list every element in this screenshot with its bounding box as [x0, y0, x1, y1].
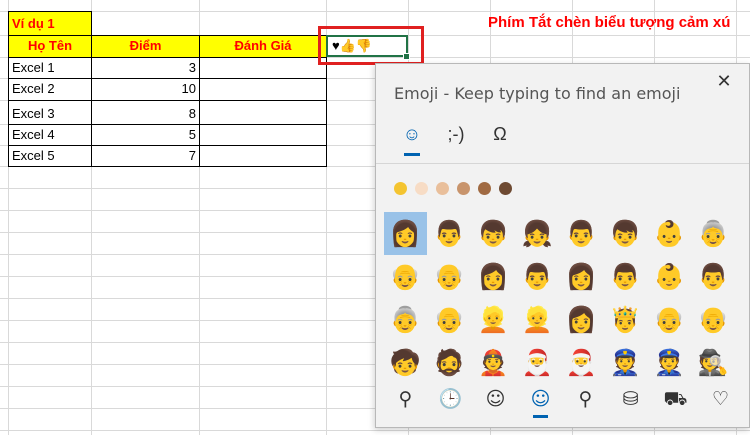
sheet-title-text: Phím Tắt chèn biểu tượng cảm xú — [488, 14, 731, 31]
emoji-item[interactable]: 👦 — [472, 212, 515, 255]
emoji-item[interactable]: 🧔 — [428, 341, 471, 384]
search-icon[interactable]: ⚲ — [384, 384, 427, 414]
emoji-item[interactable]: 👮 — [648, 341, 691, 384]
row-name-cell[interactable]: Excel 5 — [8, 145, 92, 167]
skin-tone-swatch[interactable] — [478, 182, 491, 195]
example-label-cell[interactable]: Ví dụ 1 — [8, 11, 92, 36]
emoji-item[interactable]: 👶 — [648, 212, 691, 255]
emoji-item[interactable]: 👴 — [692, 298, 735, 341]
grid-line — [0, 430, 750, 431]
recent-clock-icon[interactable]: 🕒 — [429, 384, 472, 414]
emoji-item[interactable]: 👨 — [560, 212, 603, 255]
row-score-cell[interactable]: 10 — [91, 78, 200, 101]
row-rating-cell[interactable] — [199, 57, 327, 79]
car-category-icon[interactable]: ⛟ — [654, 384, 697, 414]
emoji-item[interactable]: 👴 — [384, 255, 427, 298]
emoji-item[interactable]: 👨 — [692, 255, 735, 298]
emoji-category-bar: ⚲ 🕒 ☺ ☺ ⚲ ⛁ ⛟ ♡ — [384, 384, 742, 418]
emoji-item[interactable]: 👱 — [516, 298, 559, 341]
header-rating-cell[interactable]: Đánh Giá — [199, 35, 327, 58]
smiley-tab-icon[interactable]: ☺ — [390, 120, 434, 156]
emoji-search-prompt[interactable]: Emoji - Keep typing to find an emoji — [394, 84, 680, 103]
emoji-item[interactable]: 👱 — [472, 298, 515, 341]
emoji-item[interactable]: 👦 — [604, 212, 647, 255]
row-rating-cell[interactable] — [199, 124, 327, 146]
close-icon[interactable]: ✕ — [715, 72, 733, 90]
row-score-cell[interactable]: 7 — [91, 145, 200, 167]
emoji-item[interactable]: 👨 — [516, 255, 559, 298]
emoji-item[interactable]: 👴 — [428, 255, 471, 298]
emoji-tabs: ☺ ;-) Ω — [390, 120, 522, 156]
emoji-item[interactable]: 👩 — [384, 212, 427, 255]
emoji-item[interactable]: 🤴 — [604, 298, 647, 341]
emoji-item[interactable]: 👴 — [428, 298, 471, 341]
skin-tone-swatch[interactable] — [457, 182, 470, 195]
symbols-tab-icon[interactable]: Ω — [478, 120, 522, 150]
row-name-cell[interactable]: Excel 2 — [8, 78, 92, 101]
emoji-item[interactable]: 👮 — [604, 341, 647, 384]
row-name-cell[interactable]: Excel 3 — [8, 100, 92, 125]
emoji-item[interactable]: 👨 — [604, 255, 647, 298]
skin-tone-swatch[interactable] — [436, 182, 449, 195]
row-name-cell[interactable]: Excel 1 — [8, 57, 92, 79]
header-name-cell[interactable]: Họ Tên — [8, 35, 92, 58]
emoji-item[interactable]: 👩 — [560, 298, 603, 341]
skin-tone-swatch[interactable] — [499, 182, 512, 195]
smiley-category-icon[interactable]: ☺ — [474, 384, 517, 414]
emoji-item[interactable]: 🎅 — [516, 341, 559, 384]
food-category-icon[interactable]: ⛁ — [609, 384, 652, 414]
emoji-item[interactable]: 👩 — [560, 255, 603, 298]
emoji-item[interactable]: 🧒 — [384, 341, 427, 384]
header-score-cell[interactable]: Điểm — [91, 35, 200, 58]
skin-tone-swatch[interactable] — [394, 182, 407, 195]
emoji-item[interactable]: 👵 — [384, 298, 427, 341]
heart-category-icon[interactable]: ♡ — [699, 384, 742, 414]
kaomoji-tab-icon[interactable]: ;-) — [434, 120, 478, 150]
emoji-item[interactable]: 👵 — [692, 212, 735, 255]
grid-line — [0, 11, 750, 12]
emoji-item[interactable]: 👧 — [516, 212, 559, 255]
people-category-icon[interactable]: ☺ — [519, 384, 562, 418]
celebration-balloon-icon[interactable]: ⚲ — [564, 384, 607, 414]
emoji-item[interactable]: 🕵 — [692, 341, 735, 384]
row-score-cell[interactable]: 5 — [91, 124, 200, 146]
emoji-item[interactable]: 👩 — [472, 255, 515, 298]
emoji-item[interactable]: 👲 — [472, 341, 515, 384]
row-score-cell[interactable]: 8 — [91, 100, 200, 125]
row-rating-cell[interactable] — [199, 100, 327, 125]
row-score-cell[interactable]: 3 — [91, 57, 200, 79]
row-rating-cell[interactable] — [199, 145, 327, 167]
row-name-cell[interactable]: Excel 4 — [8, 124, 92, 146]
skin-tone-swatch[interactable] — [415, 182, 428, 195]
highlight-box — [318, 26, 424, 65]
emoji-item[interactable]: 👴 — [648, 298, 691, 341]
emoji-panel[interactable]: ✕ Emoji - Keep typing to find an emoji ☺… — [375, 63, 750, 428]
emoji-item[interactable]: 👶 — [648, 255, 691, 298]
emoji-grid: 👩 👨 👦 👧 👨 👦 👶 👵 👴 👴 👩 👨 👩 👨 👶 👨 👵 👴 👱 👱 👩 🤴 👴 👴 🧒 🧔 👲 🎅 🎅 👮 👮 🕵 — [384, 212, 742, 384]
skin-tone-picker — [394, 182, 512, 195]
row-rating-cell[interactable] — [199, 78, 327, 101]
panel-divider — [376, 163, 749, 164]
emoji-item[interactable]: 👨 — [428, 212, 471, 255]
emoji-item[interactable]: 🎅 — [560, 341, 603, 384]
